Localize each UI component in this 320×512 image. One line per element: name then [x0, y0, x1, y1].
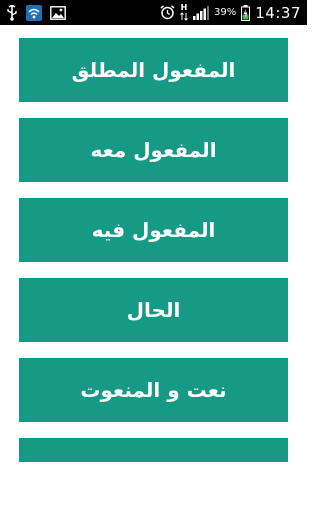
network-type-label: H [180, 3, 188, 12]
image-icon [50, 5, 66, 20]
status-bar: H 39% 14:37 [0, 0, 307, 25]
lesson-menu: المفعول المطلق المفعول معه المفعول فيه ا… [19, 38, 288, 462]
menu-item-absolute-object[interactable]: المفعول المطلق [19, 38, 288, 102]
menu-item-adjective-and-noun[interactable]: نعت و المنعوت [19, 358, 288, 422]
status-bar-system: H 39% 14:37 [160, 0, 301, 25]
menu-item-label: المفعول المطلق [71, 58, 236, 82]
alarm-icon [160, 5, 175, 20]
menu-item-label: المفعول معه [90, 138, 217, 162]
usb-icon [6, 4, 18, 21]
menu-item-object-of-accompaniment[interactable]: المفعول معه [19, 118, 288, 182]
menu-item-label: نعت و المنعوت [80, 378, 227, 402]
menu-item-partial[interactable] [19, 438, 288, 462]
battery-charging-icon [241, 4, 251, 21]
menu-item-label: الحال [126, 298, 181, 322]
menu-item-circumstantial[interactable]: الحال [19, 278, 288, 342]
data-arrows-icon: H [180, 4, 188, 21]
status-bar-notifications [6, 0, 66, 25]
clock: 14:37 [255, 3, 301, 22]
menu-item-adverbial-object[interactable]: المفعول فيه [19, 198, 288, 262]
battery-percent: 39% [214, 7, 237, 18]
signal-icon [193, 5, 210, 20]
wifi-icon [26, 4, 42, 21]
menu-item-label: المفعول فيه [91, 218, 216, 242]
